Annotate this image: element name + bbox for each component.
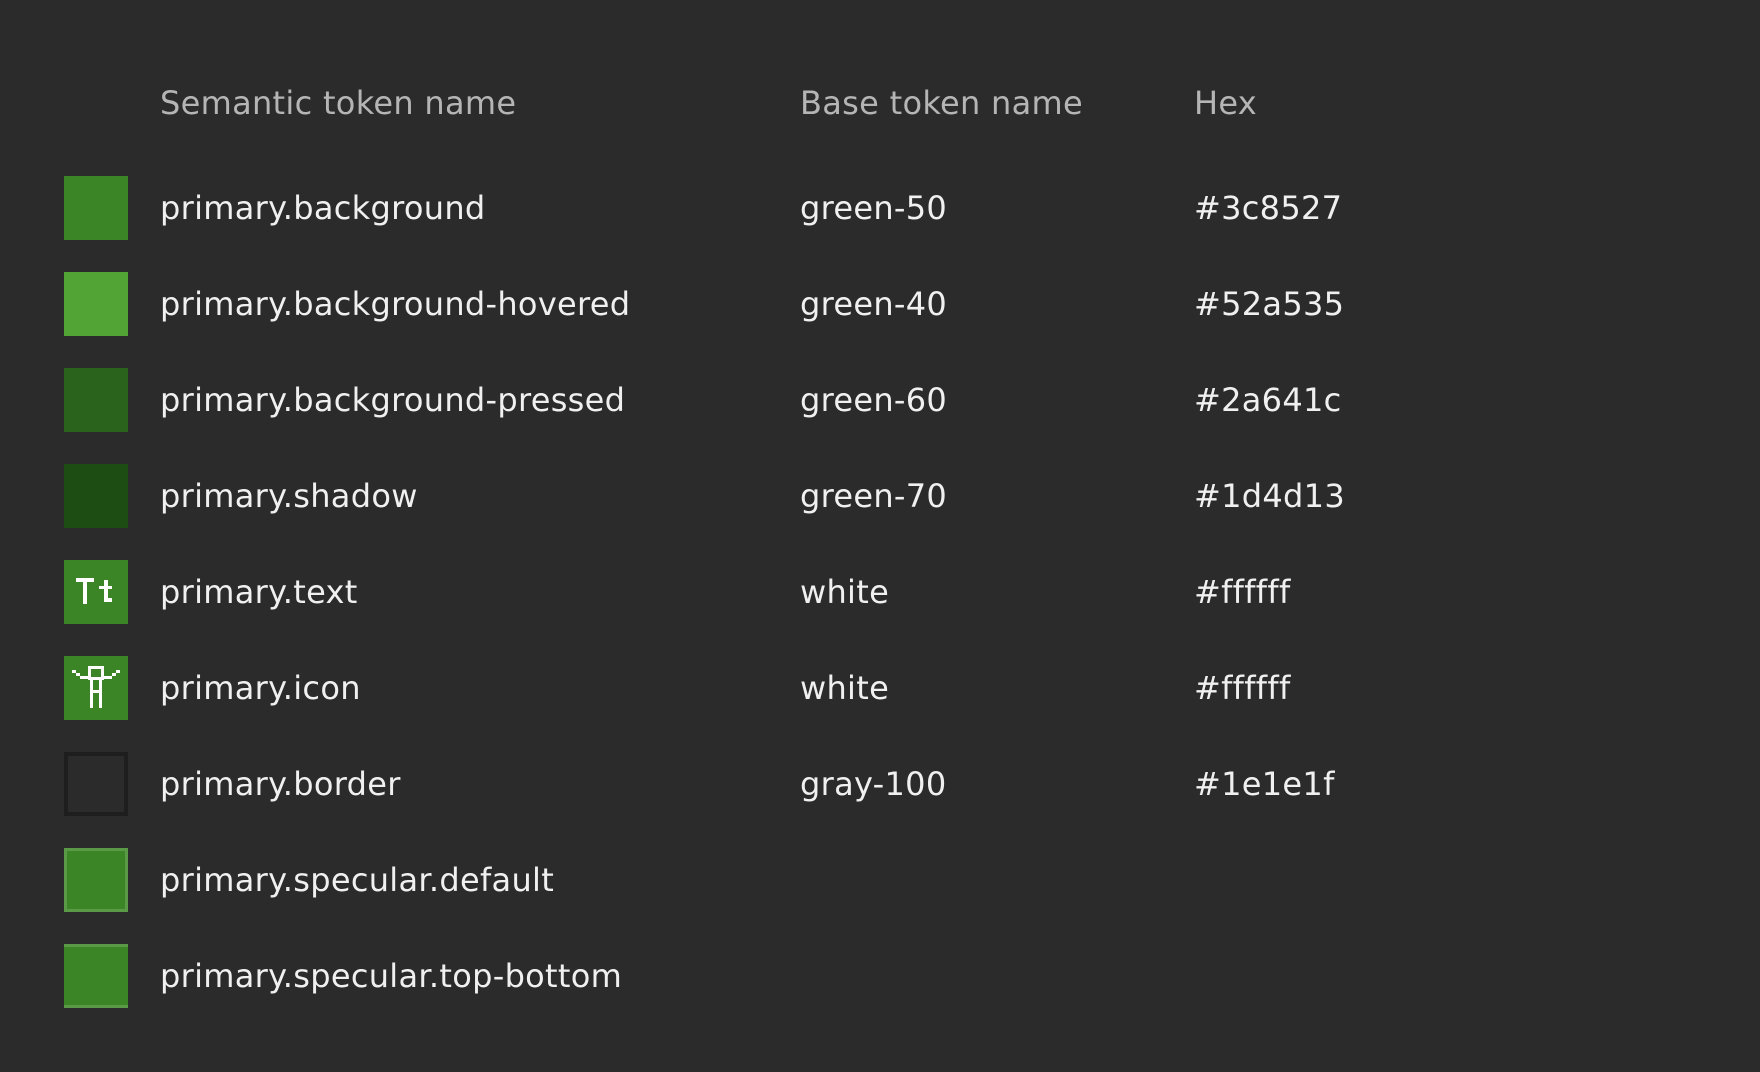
base-token-name: white bbox=[800, 669, 890, 707]
color-swatch bbox=[64, 656, 128, 720]
header-semantic-token-name: Semantic token name bbox=[160, 84, 517, 122]
color-swatch bbox=[64, 176, 128, 240]
semantic-token-name: primary.background bbox=[160, 189, 486, 227]
table-row: primary.background green-50 #3c8527 bbox=[0, 176, 1760, 240]
color-swatch bbox=[64, 752, 128, 816]
base-token-name: green-50 bbox=[800, 189, 948, 227]
semantic-token-name: primary.specular.top-bottom bbox=[160, 957, 623, 995]
base-token-name: green-40 bbox=[800, 285, 948, 323]
hex-value: #ffffff bbox=[1194, 573, 1291, 611]
color-swatch bbox=[64, 368, 128, 432]
table-row: primary.background-pressed green-60 #2a6… bbox=[0, 368, 1760, 432]
table-row: primary.icon white #ffffff bbox=[0, 656, 1760, 720]
color-swatch bbox=[64, 464, 128, 528]
semantic-token-name: primary.specular.default bbox=[160, 861, 555, 899]
color-swatch bbox=[64, 560, 128, 624]
semantic-token-name: primary.text bbox=[160, 573, 358, 611]
table-row: primary.specular.default bbox=[0, 848, 1760, 912]
hex-value: #3c8527 bbox=[1194, 189, 1343, 227]
hex-value: #ffffff bbox=[1194, 669, 1291, 707]
base-token-name: green-70 bbox=[800, 477, 948, 515]
color-swatch bbox=[64, 944, 128, 1008]
base-token-name: white bbox=[800, 573, 890, 611]
table-row: primary.border gray-100 #1e1e1f bbox=[0, 752, 1760, 816]
semantic-token-name: primary.icon bbox=[160, 669, 361, 707]
base-token-name: green-60 bbox=[800, 381, 948, 419]
pixel-figure-icon bbox=[72, 666, 120, 708]
color-swatch bbox=[64, 848, 128, 912]
hex-value: #2a641c bbox=[1194, 381, 1342, 419]
hex-value: #1e1e1f bbox=[1194, 765, 1335, 803]
text-glyph-icon bbox=[76, 578, 112, 604]
semantic-token-name: primary.shadow bbox=[160, 477, 418, 515]
hex-value: #1d4d13 bbox=[1194, 477, 1345, 515]
table-row: primary.specular.top-bottom bbox=[0, 944, 1760, 1008]
table-row: primary.text white #ffffff bbox=[0, 560, 1760, 624]
table-header: Semantic token name Base token name Hex bbox=[0, 84, 1760, 128]
table-row: primary.shadow green-70 #1d4d13 bbox=[0, 464, 1760, 528]
table-row: primary.background-hovered green-40 #52a… bbox=[0, 272, 1760, 336]
semantic-token-name: primary.border bbox=[160, 765, 401, 803]
header-hex: Hex bbox=[1194, 84, 1258, 122]
hex-value: #52a535 bbox=[1194, 285, 1345, 323]
header-base-token-name: Base token name bbox=[800, 84, 1083, 122]
color-swatch bbox=[64, 272, 128, 336]
base-token-name: gray-100 bbox=[800, 765, 947, 803]
semantic-token-name: primary.background-pressed bbox=[160, 381, 626, 419]
semantic-token-name: primary.background-hovered bbox=[160, 285, 631, 323]
